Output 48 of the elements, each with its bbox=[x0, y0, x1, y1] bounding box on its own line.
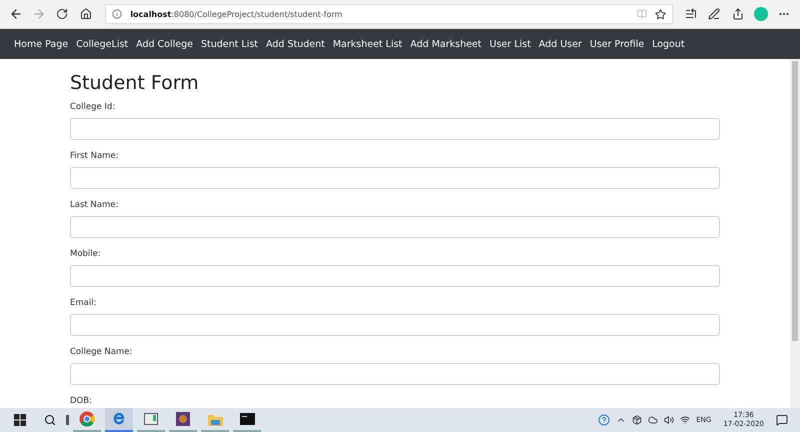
input-field[interactable] bbox=[70, 167, 720, 189]
help-icon[interactable] bbox=[598, 414, 610, 426]
field-label: College Name: bbox=[70, 346, 134, 358]
nav-link[interactable]: User List bbox=[486, 38, 535, 50]
home-icon[interactable] bbox=[80, 8, 92, 20]
star-icon[interactable] bbox=[655, 8, 666, 20]
field-label: First Name: bbox=[70, 150, 120, 162]
input-field[interactable] bbox=[70, 118, 720, 140]
url-text: localhost:8080/CollegeProject/student/student-form bbox=[130, 10, 344, 18]
pen-icon[interactable] bbox=[708, 8, 720, 20]
box-icon[interactable] bbox=[632, 415, 642, 425]
volume-icon[interactable] bbox=[664, 415, 674, 425]
nav-link[interactable]: Marksheet List bbox=[328, 38, 406, 50]
field-label: DOB: bbox=[70, 395, 93, 407]
refresh-icon[interactable] bbox=[56, 8, 68, 20]
input-field[interactable] bbox=[70, 363, 720, 385]
terminal-icon[interactable] bbox=[240, 413, 254, 425]
cloud-icon[interactable] bbox=[648, 415, 658, 425]
page-title: Student Form bbox=[70, 71, 200, 95]
field-label: Mobile: bbox=[70, 248, 102, 260]
field-label: College Id: bbox=[70, 101, 116, 113]
nav-link[interactable]: Home Page bbox=[14, 38, 72, 50]
notification-icon[interactable] bbox=[776, 414, 788, 426]
address-bar[interactable]: localhost:8080/CollegeProject/student/student-form bbox=[105, 4, 674, 24]
input-field[interactable] bbox=[70, 265, 720, 287]
nav-link[interactable]: Logout bbox=[648, 38, 689, 50]
favorites-icon[interactable] bbox=[684, 8, 697, 20]
nav-link[interactable]: Add Student bbox=[262, 38, 329, 50]
field-label: Last Name: bbox=[70, 199, 120, 211]
wifi-icon[interactable] bbox=[680, 415, 690, 425]
nav-link[interactable]: Student List bbox=[197, 38, 262, 50]
nav-link[interactable]: User Profile bbox=[586, 38, 648, 50]
nav-link[interactable]: Add User bbox=[534, 38, 586, 50]
back-icon[interactable] bbox=[8, 7, 23, 21]
field-label: Email: bbox=[70, 297, 98, 309]
scrollbar[interactable] bbox=[790, 59, 800, 408]
input-field[interactable] bbox=[70, 314, 720, 336]
folder-icon[interactable] bbox=[208, 412, 222, 426]
windows-start-icon[interactable] bbox=[14, 414, 26, 426]
window-app-icon[interactable] bbox=[144, 413, 158, 425]
nav-link[interactable]: Add Marksheet bbox=[406, 38, 486, 50]
input-field[interactable] bbox=[70, 216, 720, 238]
search-icon[interactable] bbox=[44, 414, 56, 426]
browser-app-icon[interactable] bbox=[79, 411, 95, 427]
nav-link[interactable]: Add College bbox=[132, 38, 197, 50]
nav-link[interactable]: CollegeList bbox=[72, 38, 132, 50]
share-icon[interactable] bbox=[732, 8, 744, 20]
info-icon bbox=[112, 9, 122, 19]
